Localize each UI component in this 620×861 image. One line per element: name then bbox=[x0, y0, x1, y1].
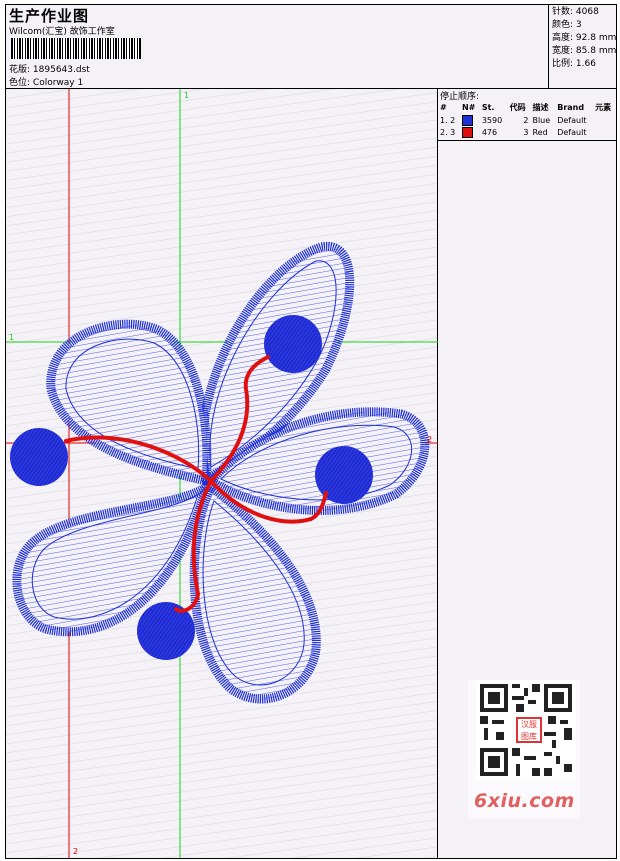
watermark-badge: 汉服图库 bbox=[516, 717, 542, 743]
stat-height: 高度: 92.8 mm bbox=[552, 33, 617, 43]
barcode bbox=[11, 38, 141, 59]
stop-sequence-table: # N# St. 代码 描述 Brand 元素 1. 2 3590 2 Blue… bbox=[438, 101, 616, 138]
stat-width: 宽度: 85.8 mm bbox=[552, 46, 617, 56]
stats-panel: 针数: 4068 颜色: 3 高度: 92.8 mm 宽度: 85.8 mm 比… bbox=[549, 5, 616, 89]
guide-red-right-label: 2 bbox=[427, 435, 433, 444]
embroidery-preview bbox=[6, 89, 438, 858]
dot-left bbox=[10, 428, 68, 486]
watermark-brand: 6xiu.com bbox=[474, 790, 575, 812]
colorway-label: 色位: bbox=[9, 78, 31, 88]
colorway-line: 色位: Colorway 1 bbox=[9, 75, 83, 88]
design-canvas[interactable]: 1 1 2 2 bbox=[6, 89, 438, 858]
guide-green-top-label: 1 bbox=[184, 91, 190, 100]
color-swatch-red bbox=[461, 126, 473, 138]
page-title: 生产作业图 bbox=[9, 7, 90, 25]
guide-green-left-label: 1 bbox=[9, 333, 15, 342]
table-header-row: # N# St. 代码 描述 Brand 元素 bbox=[440, 103, 612, 112]
dot-top bbox=[264, 315, 322, 373]
design-file-label: 花版: bbox=[9, 65, 31, 75]
watermark: 汉服图库 6xiu.com bbox=[468, 680, 580, 818]
stat-colors: 颜色: 3 bbox=[552, 20, 582, 30]
header-panel: 生产作业图 Wilcom(汇宝) 故饰工作室 花版: 1895643.dst 色… bbox=[6, 5, 549, 89]
studio-name: Wilcom(汇宝) 故饰工作室 bbox=[9, 27, 115, 37]
stop-sequence-panel: 停止顺序: # N# St. 代码 描述 Brand 元素 1. 2 3590 … bbox=[438, 89, 616, 141]
petal-left bbox=[46, 319, 212, 487]
colorway-name: Colorway 1 bbox=[32, 78, 84, 88]
table-row[interactable]: 2. 3 476 3 Red Default bbox=[438, 126, 616, 138]
table-row[interactable]: 1. 2 3590 2 Blue Default bbox=[438, 114, 616, 126]
design-file-name: 1895643.dst bbox=[32, 65, 90, 75]
stat-stitches: 针数: 4068 bbox=[552, 7, 599, 17]
petal-bottom bbox=[189, 480, 321, 704]
stat-scale: 比例: 1.66 bbox=[552, 59, 596, 69]
color-swatch-blue bbox=[461, 114, 473, 126]
design-file-line: 花版: 1895643.dst bbox=[9, 62, 90, 75]
guide-red-bottom-label: 2 bbox=[73, 847, 79, 856]
